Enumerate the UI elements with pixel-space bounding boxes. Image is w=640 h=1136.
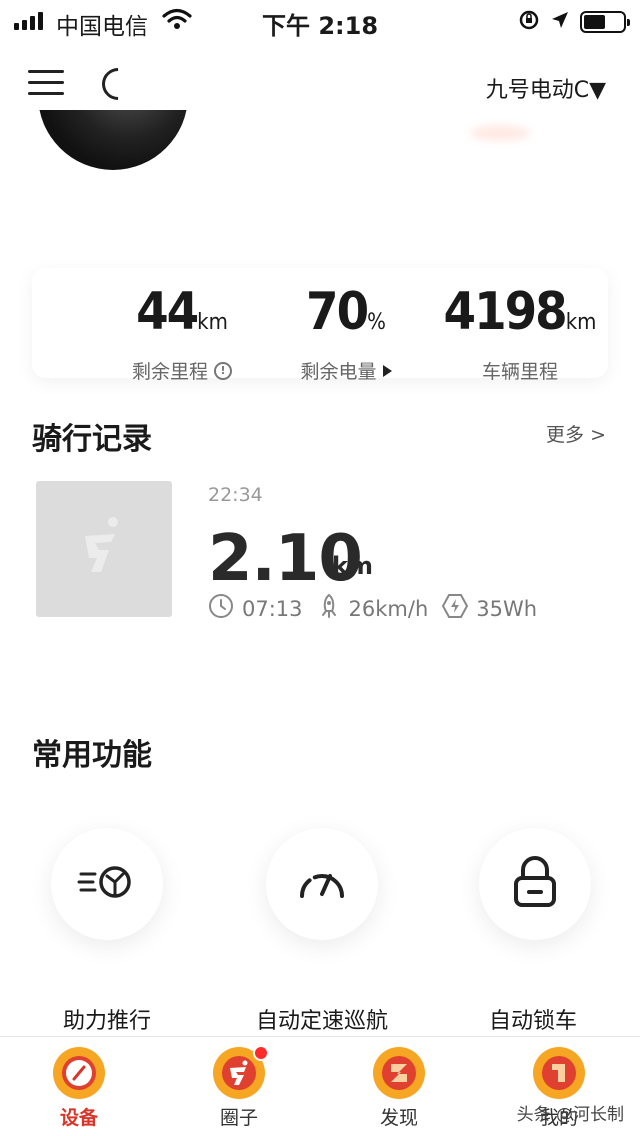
status-bar: 中国电信 下午 2:18 bbox=[0, 0, 640, 40]
functions-title: 常用功能 bbox=[32, 738, 152, 773]
ride-speed: 26km/h bbox=[348, 596, 429, 621]
ride-energy: 35Wh bbox=[476, 596, 538, 621]
device-tab-icon bbox=[53, 1047, 105, 1099]
info-icon[interactable]: ! bbox=[214, 361, 232, 380]
odometer-unit: km bbox=[565, 310, 597, 335]
auto-lock-button[interactable] bbox=[479, 828, 591, 940]
menu-button[interactable] bbox=[28, 68, 68, 98]
odometer-stat: 4198km 车辆里程 bbox=[420, 284, 620, 384]
more-link[interactable]: 更多 > bbox=[546, 420, 606, 447]
cruise-control-button[interactable] bbox=[266, 828, 378, 940]
battery-label: 剩余电量 bbox=[300, 361, 377, 383]
push-assist-button[interactable] bbox=[51, 828, 163, 940]
auto-lock-label: 自动锁车 bbox=[488, 1009, 577, 1034]
device-selector[interactable]: 九号电动C▼ bbox=[486, 72, 606, 104]
remaining-range-value: 44 bbox=[136, 282, 199, 342]
battery-value: 70 bbox=[306, 282, 369, 342]
ride-duration: 07:13 bbox=[242, 596, 303, 621]
tab-community[interactable]: 圈子 bbox=[179, 1045, 299, 1130]
lock-icon bbox=[513, 856, 557, 912]
tab-device[interactable]: 设备 bbox=[19, 1047, 139, 1130]
ride-meta: 07:13 26km/h 35Wh bbox=[208, 593, 551, 624]
clock-icon bbox=[208, 593, 234, 624]
tab-discover[interactable]: 发现 bbox=[339, 1047, 459, 1130]
discover-tab-icon bbox=[373, 1047, 425, 1099]
ride-distance-unit: km bbox=[332, 552, 373, 580]
cruise-control-label: 自动定速巡航 bbox=[255, 1009, 388, 1034]
scooter-light-glow bbox=[470, 125, 530, 141]
stats-card: 44km 剩余里程! 70% 剩余电量 4198km 车辆里程 bbox=[32, 268, 608, 383]
tab-device-label: 设备 bbox=[59, 1107, 98, 1129]
energy-icon bbox=[442, 593, 469, 624]
remaining-range-unit: km bbox=[197, 310, 228, 335]
scooter-image bbox=[38, 110, 188, 170]
tab-discover-label: 发现 bbox=[379, 1107, 418, 1129]
push-assist-label: 助力推行 bbox=[62, 1009, 151, 1034]
battery-icon bbox=[580, 11, 630, 33]
odometer-value: 4198 bbox=[443, 282, 568, 342]
remaining-range-label: 剩余里程 bbox=[131, 361, 208, 383]
loading-spinner-icon bbox=[95, 61, 141, 107]
speedometer-icon bbox=[296, 862, 348, 906]
rotation-lock-icon bbox=[518, 9, 540, 35]
battery-stat[interactable]: 70% 剩余电量 bbox=[266, 284, 426, 384]
ninebot-logo-icon bbox=[79, 512, 129, 586]
community-tab-icon bbox=[213, 1045, 269, 1099]
odometer-label: 车辆里程 bbox=[481, 361, 558, 383]
remaining-range-stat[interactable]: 44km 剩余里程! bbox=[102, 284, 262, 384]
rocket-icon bbox=[317, 593, 341, 624]
notification-badge bbox=[253, 1045, 269, 1061]
tab-community-label: 圈子 bbox=[219, 1107, 258, 1129]
push-assist-icon bbox=[77, 862, 137, 906]
play-arrow-icon bbox=[382, 364, 392, 377]
location-arrow-icon bbox=[550, 10, 570, 34]
ride-record-title: 骑行记录 bbox=[32, 422, 152, 457]
profile-tab-icon bbox=[533, 1047, 585, 1099]
battery-unit: % bbox=[367, 310, 386, 335]
ride-thumbnail[interactable] bbox=[36, 481, 172, 617]
watermark-text: 头条 @河长制 bbox=[516, 1105, 624, 1125]
ride-time: 22:34 bbox=[208, 484, 263, 506]
